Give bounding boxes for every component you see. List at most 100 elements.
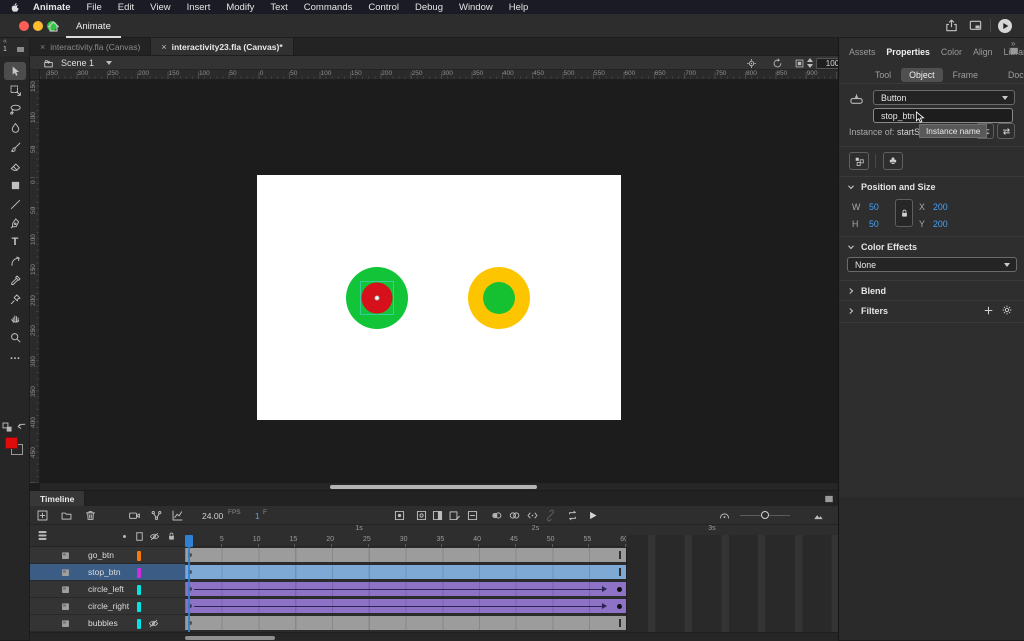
menu-animate[interactable]: Animate <box>25 2 78 13</box>
menu-edit[interactable]: Edit <box>110 2 142 13</box>
panel-tab-color[interactable]: Color <box>941 47 962 57</box>
swap-symbol-button[interactable] <box>997 123 1015 139</box>
center-stage-icon[interactable] <box>746 58 757 69</box>
layer-name[interactable]: circle_left <box>88 584 124 594</box>
collapse-arrows[interactable]: « <box>3 38 7 45</box>
track-row-circle_left[interactable] <box>185 581 838 598</box>
panel-tab-properties[interactable]: Properties <box>886 47 930 57</box>
layer-row-circle_right[interactable]: circle_right <box>30 598 185 615</box>
track-row-go_btn[interactable] <box>185 547 838 564</box>
rotate-view-icon[interactable] <box>772 58 783 69</box>
asset-warp-tool[interactable] <box>4 252 26 270</box>
menu-view[interactable]: View <box>142 2 178 13</box>
frame-track-area[interactable] <box>185 535 838 632</box>
apple-icon[interactable] <box>8 1 21 14</box>
scene-chevron-icon[interactable] <box>106 61 112 65</box>
scene-name[interactable]: Scene 1 <box>61 58 94 68</box>
color-effects-header[interactable]: Color Effects <box>847 242 917 252</box>
layer-row-circle_left[interactable]: circle_left <box>30 581 185 598</box>
frame-span[interactable] <box>185 616 626 630</box>
lasso-tool[interactable] <box>4 100 26 118</box>
close-icon[interactable]: × <box>161 42 166 52</box>
stop-button-circle[interactable] <box>346 267 408 329</box>
w-value[interactable]: 50 <box>869 202 879 212</box>
menu-insert[interactable]: Insert <box>179 2 219 13</box>
pen-tool[interactable] <box>4 214 26 232</box>
menu-commands[interactable]: Commands <box>296 2 361 13</box>
swap-colors-icon[interactable] <box>1 418 14 436</box>
remove-frame-icon[interactable] <box>466 509 479 522</box>
outline-column-icon[interactable] <box>134 531 145 542</box>
object-type-select[interactable]: Button <box>873 90 1015 105</box>
camera-icon[interactable] <box>128 509 141 522</box>
free-transform-tool[interactable] <box>4 81 26 99</box>
link-frames-icon[interactable] <box>544 509 557 522</box>
panel-tab-assets[interactable]: Assets <box>849 47 875 57</box>
hide-column-icon[interactable] <box>149 531 160 542</box>
layer-color-swatch[interactable] <box>137 567 141 578</box>
graph-icon[interactable] <box>171 509 184 522</box>
show-all-column-icon[interactable] <box>123 535 126 538</box>
layer-name[interactable]: go_btn <box>88 550 114 560</box>
rectangle-tool[interactable] <box>4 176 26 194</box>
blend-header[interactable]: Blend <box>847 286 886 296</box>
pasteboard[interactable] <box>40 80 838 483</box>
parenting-view-icon[interactable] <box>150 509 163 522</box>
auto-keyframe-icon[interactable] <box>448 509 461 522</box>
subtab-tool[interactable]: Tool <box>867 68 899 82</box>
test-movie-icon[interactable] <box>997 18 1013 34</box>
eyedropper-tool[interactable] <box>4 271 26 289</box>
layer-color-swatch[interactable] <box>137 601 141 612</box>
fill-color-swatch[interactable] <box>5 437 18 449</box>
eraser-tool[interactable] <box>4 157 26 175</box>
new-layer-icon[interactable] <box>36 509 49 522</box>
track-row-stop_btn[interactable] <box>185 564 838 581</box>
position-size-header[interactable]: Position and Size <box>847 182 936 192</box>
frame-span[interactable] <box>185 599 626 613</box>
puppet-pin-tool[interactable] <box>4 290 26 308</box>
layer-row-go_btn[interactable]: go_btn <box>30 547 185 564</box>
current-frame-value[interactable]: 1 <box>255 511 260 521</box>
menu-file[interactable]: File <box>78 2 109 13</box>
go-button-circle[interactable] <box>468 267 530 329</box>
doc-tab[interactable]: × interactivity.fla (Canvas) <box>30 38 152 55</box>
menu-control[interactable]: Control <box>360 2 407 13</box>
color-effects-select[interactable]: None <box>847 257 1017 272</box>
layer-row-stop_btn[interactable]: stop_btn <box>30 564 185 581</box>
panel-menu-icon[interactable] <box>1009 46 1019 56</box>
stage[interactable] <box>257 175 621 420</box>
canvas-hscrollbar[interactable] <box>40 483 838 490</box>
classic-brush-tool[interactable] <box>4 138 26 156</box>
reset-colors-icon[interactable] <box>15 418 28 436</box>
layer-row-bubbles[interactable]: bubbles <box>30 615 185 632</box>
menu-text[interactable]: Text <box>262 2 295 13</box>
layer-name[interactable]: bubbles <box>88 618 118 628</box>
new-folder-icon[interactable] <box>60 509 73 522</box>
frame-span[interactable] <box>185 565 626 579</box>
add-filter-icon[interactable] <box>983 305 994 316</box>
lock-column-icon[interactable] <box>166 531 177 542</box>
menu-help[interactable]: Help <box>501 2 537 13</box>
menu-window[interactable]: Window <box>451 2 501 13</box>
filters-header[interactable]: Filters <box>847 306 888 316</box>
doc-tab[interactable]: × interactivity23.fla (Canvas)* <box>151 38 294 55</box>
layer-color-swatch[interactable] <box>137 550 141 561</box>
timeline-panel-menu-icon[interactable] <box>824 494 834 504</box>
filter-options-gear-icon[interactable] <box>1001 304 1013 316</box>
insert-keyframe-icon[interactable] <box>393 509 406 522</box>
layer-hidden-icon[interactable] <box>148 618 159 629</box>
fps-value[interactable]: 24.00 <box>202 511 223 521</box>
h-value[interactable]: 50 <box>869 219 879 229</box>
transform-point[interactable] <box>374 295 380 301</box>
delete-icon[interactable] <box>84 509 97 522</box>
onion-outline-icon[interactable] <box>508 509 521 522</box>
menu-debug[interactable]: Debug <box>407 2 451 13</box>
panel-tab-align[interactable]: Align <box>973 47 993 57</box>
minimize-window-button[interactable] <box>33 21 43 31</box>
layer-name[interactable]: stop_btn <box>88 567 121 577</box>
subtab-frame[interactable]: Frame <box>945 68 986 82</box>
home-icon[interactable] <box>46 19 61 34</box>
stepper-icon[interactable] <box>807 58 813 68</box>
fluid-brush-tool[interactable] <box>4 119 26 137</box>
frame-span[interactable] <box>185 582 626 596</box>
